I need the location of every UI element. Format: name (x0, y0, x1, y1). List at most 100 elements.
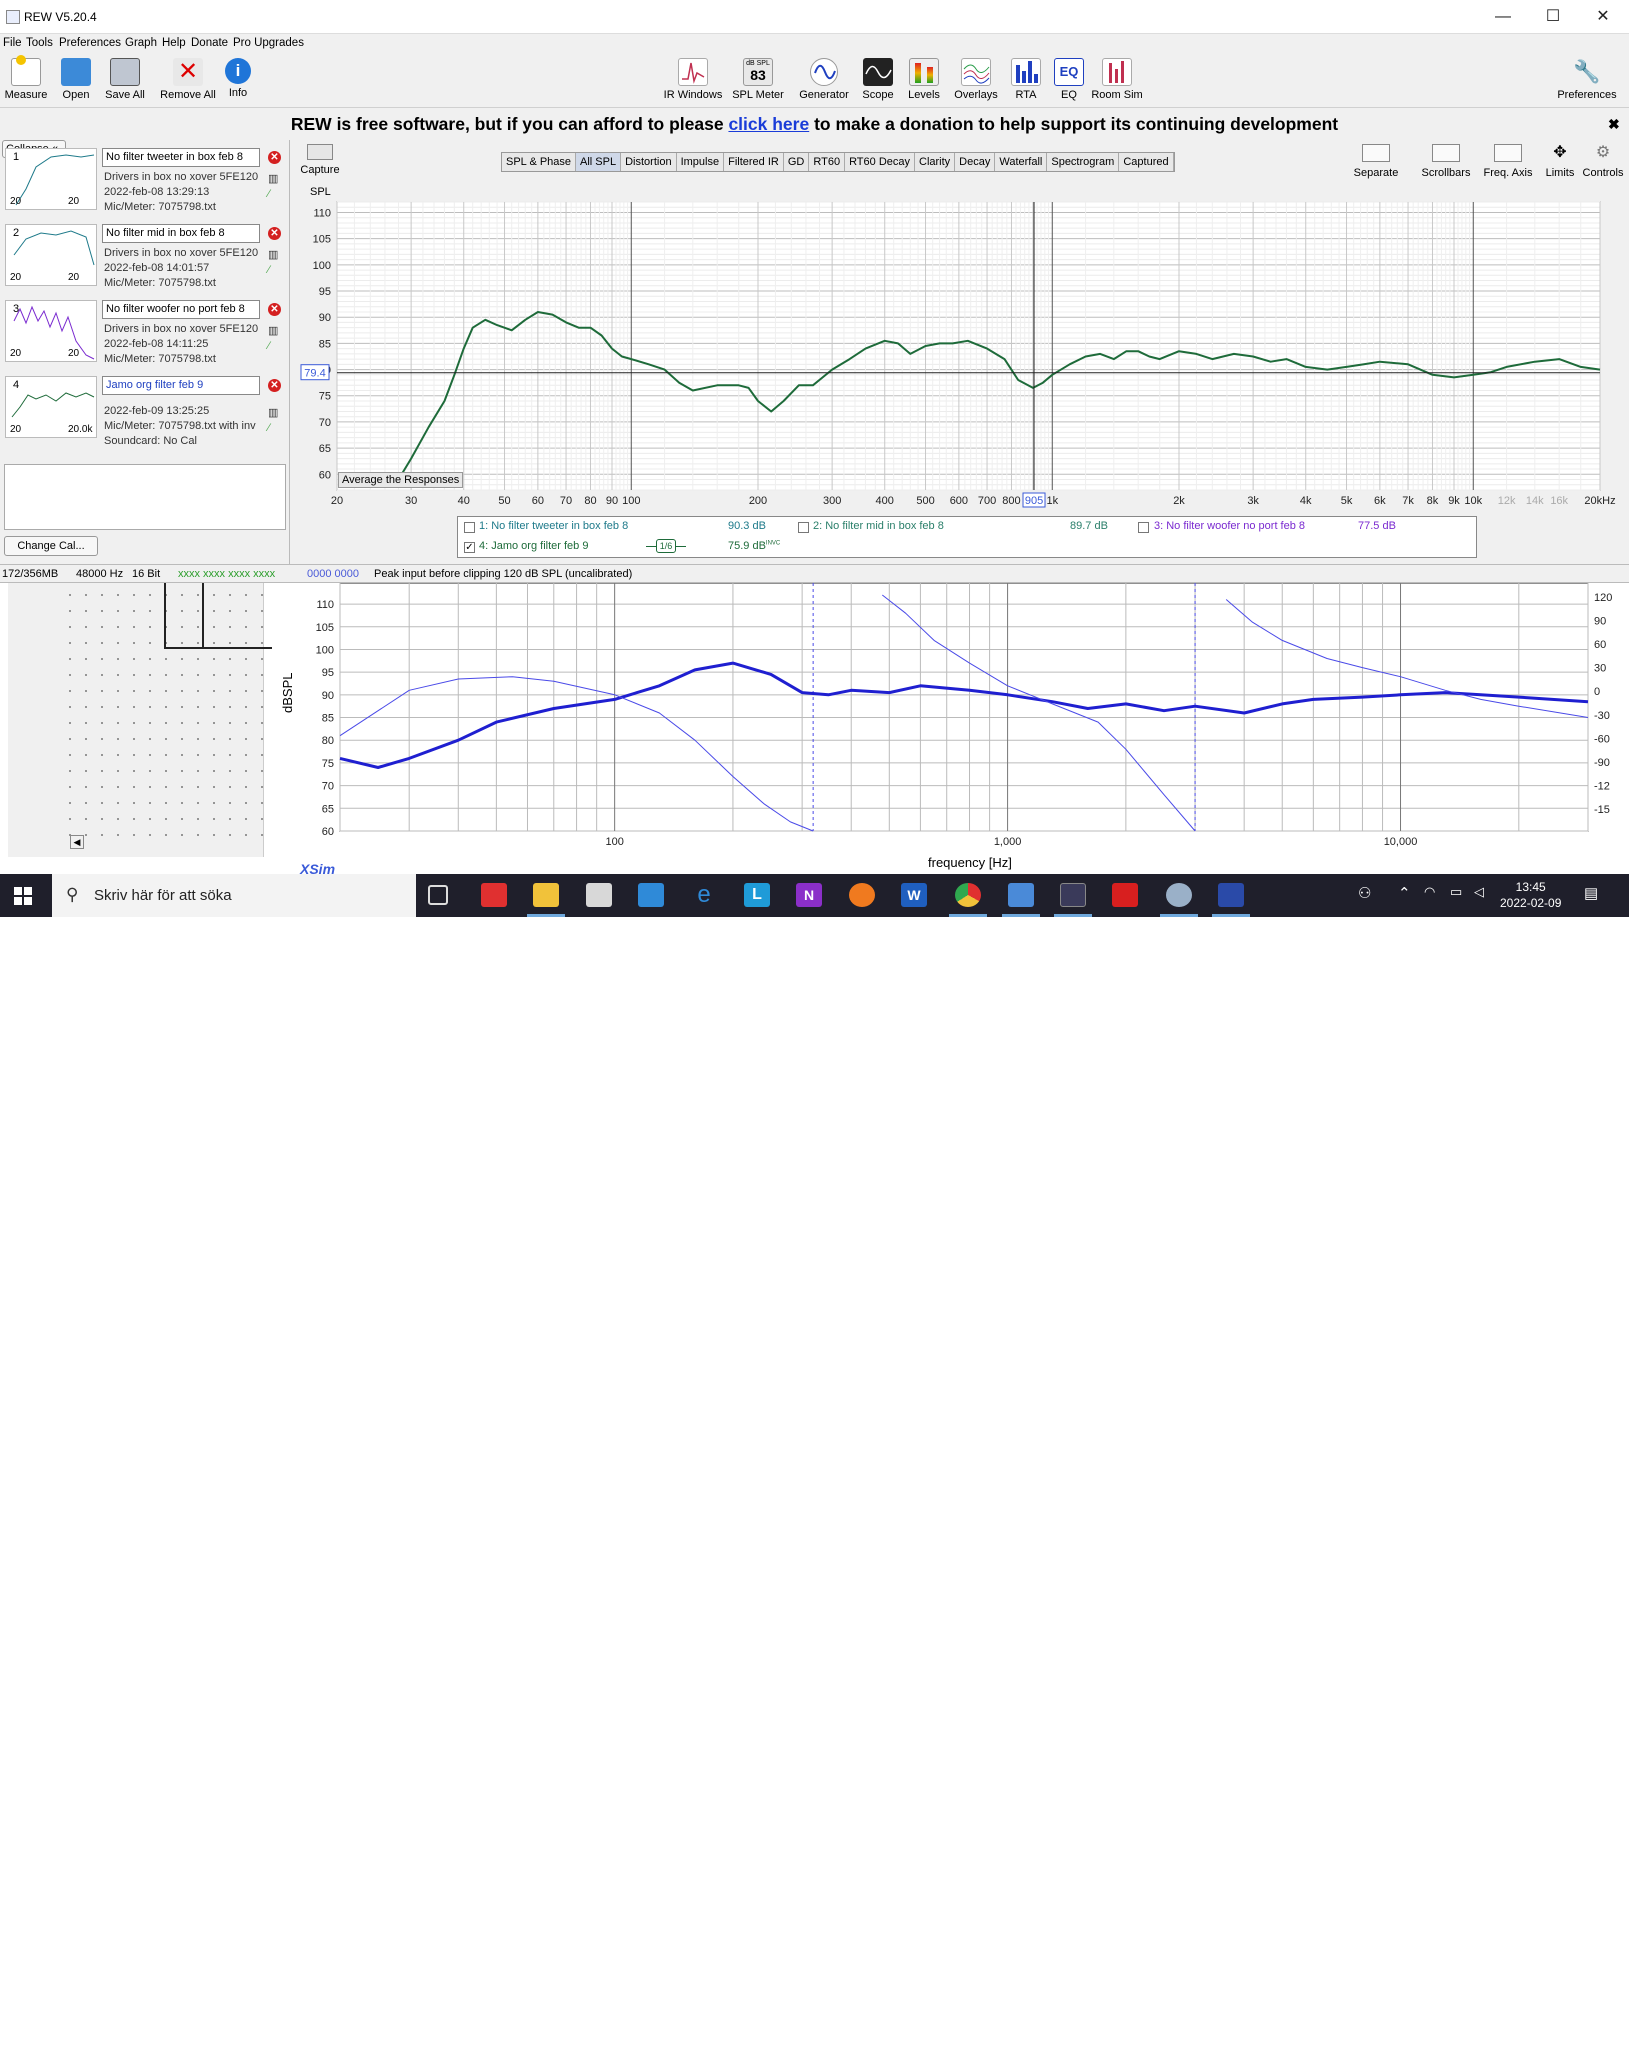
delete-measurement-icon[interactable]: ✕ (268, 379, 281, 392)
store-icon[interactable] (586, 883, 612, 907)
app-icon-red[interactable] (481, 883, 507, 907)
close-button[interactable]: ✕ (1578, 0, 1628, 34)
measurement-chart-icon[interactable]: ▥ (268, 406, 278, 419)
spl-meter-button[interactable]: dB SPL 83 SPL Meter (730, 58, 786, 101)
tab-impulse[interactable]: Impulse (677, 153, 725, 171)
tab-spectrogram[interactable]: Spectrogram (1047, 153, 1120, 171)
preferences-button[interactable]: 🔧 Preferences (1552, 58, 1622, 101)
measurement-item-1[interactable]: 1 20 20 No filter tweeter in box feb 8 D… (2, 148, 286, 222)
measurement-name-field[interactable]: Jamo org filter feb 9 (102, 376, 260, 395)
rta-button[interactable]: RTA (1010, 58, 1042, 101)
delete-measurement-icon[interactable]: ✕ (268, 303, 281, 316)
delete-measurement-icon[interactable]: ✕ (268, 151, 281, 164)
xsim-graph[interactable]: 60 65 70 75 80 85 90 95 100 105 110 120 90 60 30 0 -30 -… (264, 583, 1629, 874)
legend-checkbox-3[interactable] (1138, 522, 1149, 533)
tab-gd[interactable]: GD (784, 153, 810, 171)
firefox-icon[interactable] (849, 883, 875, 907)
scope-button[interactable]: Scope (860, 58, 896, 101)
menu-donate[interactable]: Donate (191, 37, 228, 49)
scrollbars-button[interactable]: Scrollbars (1414, 144, 1478, 179)
measurement-edit-icon[interactable]: ∕ (268, 422, 270, 434)
measurement-notes-area[interactable] (4, 464, 286, 530)
menu-tools[interactable]: Tools (26, 37, 53, 49)
measurement-chart-icon[interactable]: ▥ (268, 248, 278, 261)
battery-icon[interactable]: ▭ (1450, 884, 1462, 900)
measurement-name-field[interactable]: No filter mid in box feb 8 (102, 224, 260, 243)
menu-help[interactable]: Help (162, 37, 186, 49)
spl-graph[interactable]: 60 65 70 75 80 85 90 95 100 105 110 20 30 40 50 60 70 80… (292, 192, 1629, 546)
overlays-button[interactable]: Overlays (954, 58, 998, 101)
acrobat-icon[interactable] (1112, 883, 1138, 907)
taskbar-clock[interactable]: 13:45 2022-02-09 (1500, 879, 1561, 911)
measurement-edit-icon[interactable]: ∕ (268, 188, 270, 200)
donation-link[interactable]: click here (728, 114, 809, 134)
xsim-taskbar-icon[interactable] (1218, 883, 1244, 907)
volume-icon[interactable]: ◁ (1474, 884, 1484, 900)
app-icon-gray[interactable] (1166, 883, 1192, 907)
tab-spl-phase[interactable]: SPL & Phase (502, 153, 577, 171)
tab-rt60-decay[interactable]: RT60 Decay (845, 153, 915, 171)
tab-waterfall[interactable]: Waterfall (995, 153, 1048, 171)
tab-clarity[interactable]: Clarity (915, 153, 956, 171)
onenote-icon[interactable]: N (796, 883, 822, 907)
legend-checkbox-1[interactable] (464, 522, 475, 533)
measurement-chart-icon[interactable]: ▥ (268, 172, 278, 185)
rew-taskbar-icon[interactable] (1060, 883, 1086, 907)
tab-distortion[interactable]: Distortion (621, 153, 677, 171)
chevron-up-icon[interactable]: ⌃ (1398, 884, 1411, 902)
tab-all-spl[interactable]: All SPL (576, 153, 622, 171)
limits-button[interactable]: ✥ Limits (1536, 144, 1584, 179)
capture-button[interactable]: Capture (300, 144, 340, 176)
chrome-icon[interactable] (955, 883, 981, 907)
windows-start-icon[interactable] (14, 887, 32, 905)
people-icon[interactable]: ⚇ (1358, 884, 1371, 902)
levels-button[interactable]: Levels (906, 58, 942, 101)
tab-decay[interactable]: Decay (955, 153, 996, 171)
menu-preferences[interactable]: Preferences (59, 37, 121, 49)
measurement-chart-icon[interactable]: ▥ (268, 324, 278, 337)
change-cal-button[interactable]: Change Cal... (4, 536, 98, 556)
controls-button[interactable]: ⚙ Controls (1578, 144, 1628, 179)
measure-button[interactable]: Measure (4, 55, 48, 101)
measurement-edit-icon[interactable]: ∕ (268, 264, 270, 276)
eq-button[interactable]: EQ EQ (1054, 58, 1084, 101)
menu-file[interactable]: File (3, 37, 22, 49)
scroll-left-button[interactable]: ◀ (70, 835, 84, 849)
app-icon-l[interactable]: L (744, 883, 770, 907)
maximize-button[interactable]: ☐ (1528, 0, 1578, 34)
smoothing-badge[interactable]: 1/6 (656, 539, 676, 553)
file-explorer-icon[interactable] (533, 883, 559, 907)
edge-icon[interactable]: e (691, 883, 717, 907)
close-banner-button[interactable]: ✖ (1608, 109, 1620, 139)
tab-captured[interactable]: Captured (1119, 153, 1174, 171)
word-icon[interactable]: W (901, 883, 927, 907)
menu-pro-upgrades[interactable]: Pro Upgrades (233, 37, 304, 49)
remove-all-button[interactable]: ✕ Remove All (158, 58, 218, 101)
separate-button[interactable]: Separate (1344, 144, 1408, 179)
generator-button[interactable]: Generator (796, 58, 852, 101)
open-button[interactable]: Open (58, 58, 94, 101)
legend-checkbox-2[interactable] (798, 522, 809, 533)
room-sim-button[interactable]: Room Sim (1088, 58, 1146, 101)
mail-icon[interactable] (638, 883, 664, 907)
task-view-icon[interactable] (428, 885, 448, 905)
ir-windows-button[interactable]: IR Windows (662, 58, 724, 101)
info-button[interactable]: i Info (224, 58, 252, 99)
average-responses-button[interactable]: Average the Responses (338, 472, 464, 488)
legend-checkbox-4[interactable]: ✓ (464, 542, 475, 553)
freq-axis-button[interactable]: Freq. Axis (1476, 144, 1540, 179)
save-all-button[interactable]: Save All (102, 58, 148, 101)
tab-filtered-ir[interactable]: Filtered IR (724, 153, 784, 171)
notifications-icon[interactable]: ▤ (1584, 884, 1598, 902)
measurement-item-4[interactable]: 4 20 20.0k Jamo org filter feb 9 2022-fe… (2, 376, 286, 450)
photos-icon[interactable] (1008, 883, 1034, 907)
minimize-button[interactable]: — (1478, 0, 1528, 34)
delete-measurement-icon[interactable]: ✕ (268, 227, 281, 240)
measurement-item-2[interactable]: 2 20 20 No filter mid in box feb 8 Drive… (2, 224, 286, 298)
measurement-edit-icon[interactable]: ∕ (268, 340, 270, 352)
menu-graph[interactable]: Graph (125, 37, 157, 49)
measurement-name-field[interactable]: No filter woofer no port feb 8 (102, 300, 260, 319)
tab-rt60[interactable]: RT60 (809, 153, 846, 171)
measurement-name-field[interactable]: No filter tweeter in box feb 8 (102, 148, 260, 167)
wifi-icon[interactable]: ◠ (1424, 884, 1435, 900)
